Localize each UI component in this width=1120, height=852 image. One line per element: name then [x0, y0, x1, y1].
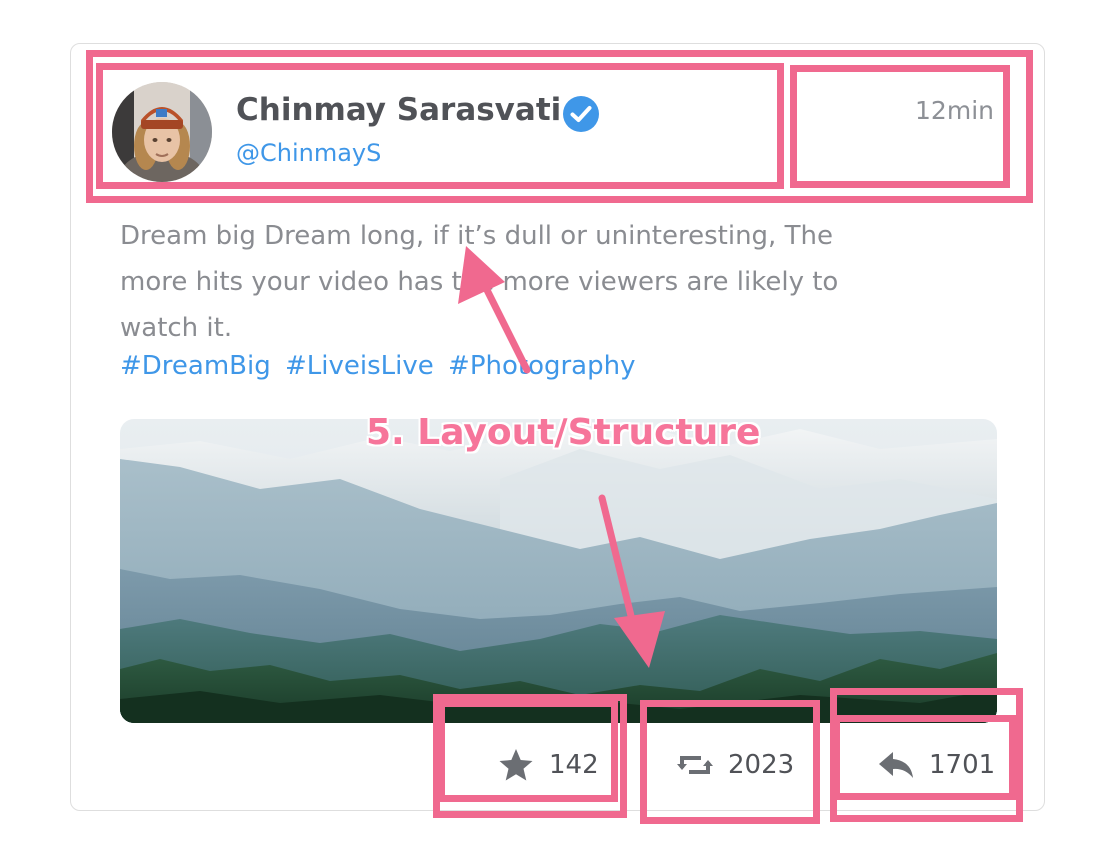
- post-text: Dream big Dream long, if it’s dull or un…: [120, 213, 910, 351]
- hashtag-list: #DreamBig #LiveisLive #Photography: [120, 351, 641, 381]
- post-text-line: more hits your video has the more viewer…: [120, 267, 839, 297]
- annotation-box-favorite-inner: [438, 700, 618, 802]
- post-image[interactable]: [120, 419, 997, 723]
- annotation-box-timestamp: [790, 65, 1010, 188]
- screenshot-stage: Chinmay Sarasvati @ChinmayS 12min Dream …: [0, 0, 1120, 852]
- post-text-line: watch it.: [120, 313, 233, 343]
- hashtag-link[interactable]: #LiveisLive: [285, 351, 434, 381]
- annotation-label: 5. Layout/Structure: [366, 412, 761, 453]
- hashtag-link[interactable]: #Photography: [448, 351, 635, 381]
- hashtag-link[interactable]: #DreamBig: [120, 351, 271, 381]
- post-text-line: Dream big Dream long, if it’s dull or un…: [120, 221, 833, 251]
- annotation-box-retweet: [640, 700, 820, 824]
- annotation-box-reply-inner: [833, 715, 1016, 800]
- annotation-box-profile: [96, 63, 784, 189]
